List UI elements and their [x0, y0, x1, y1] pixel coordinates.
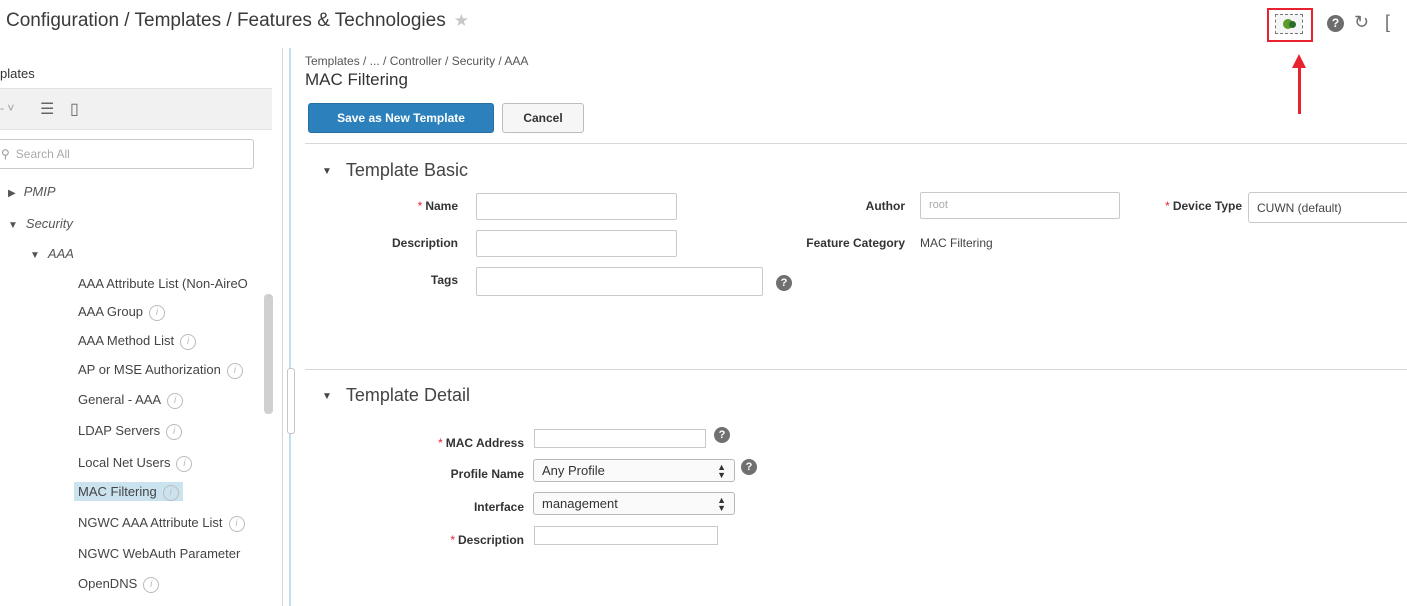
cancel-button[interactable]: Cancel	[502, 103, 584, 133]
tree-item-mac-filtering[interactable]: MAC Filtering i	[74, 482, 183, 501]
template-basic-header[interactable]: ▼ Template Basic	[322, 160, 468, 181]
tree-item-opendns[interactable]: OpenDNS i	[78, 576, 160, 593]
help-icon[interactable]: ?	[1327, 15, 1344, 32]
device-type-value: CUWN (default)	[1257, 201, 1342, 215]
device-type-select[interactable]: CUWN (default)	[1248, 192, 1407, 223]
list-view-icon[interactable]: ☰	[40, 99, 54, 119]
search-icon: ⚲	[1, 147, 10, 161]
template-title: MAC Filtering	[305, 70, 408, 89]
feature-category-value: MAC Filtering	[920, 236, 993, 250]
tree-item-aaa-attribute-list[interactable]: AAA Attribute List (Non-AireO	[78, 276, 248, 291]
profile-name-help-icon[interactable]: ?	[741, 459, 757, 475]
bracket-icon[interactable]: [	[1385, 12, 1390, 33]
sidebar-toolbar: - ˅ ☰ ▯	[0, 88, 272, 130]
info-icon[interactable]: i	[149, 304, 166, 321]
template-detail-header[interactable]: ▼ Template Detail	[322, 385, 470, 406]
template-tree: ▶ PMIP ▼ Security ▼ AAA AAA Attribute List …	[0, 178, 262, 606]
author-value: root	[929, 199, 948, 211]
feature-category-label: Feature Category	[806, 236, 905, 250]
panel-splitter	[289, 48, 291, 606]
templates-sidebar: plates - ˅ ☰ ▯ ⚲ Search All ▶ PMIP ▼ Securi…	[0, 48, 283, 606]
search-placeholder: Search All	[15, 147, 70, 161]
search-input[interactable]: ⚲ Search All	[0, 139, 254, 169]
tree-item-ldap-servers[interactable]: LDAP Servers i	[78, 423, 183, 440]
profile-name-value: Any Profile	[542, 463, 605, 478]
detail-description-field[interactable]	[534, 526, 718, 545]
breadcrumb: Templates / ... / Controller / Security …	[305, 54, 529, 68]
profile-name-select[interactable]: Any Profile ▲ ▼	[533, 459, 735, 482]
tree-item-local-net-users[interactable]: Local Net Users i	[78, 455, 193, 472]
tree-item-aaa-method-list[interactable]: AAA Method List i	[78, 333, 197, 350]
share-icon[interactable]	[1275, 14, 1303, 34]
tags-label: Tags	[430, 273, 458, 287]
save-as-new-template-button[interactable]: Save as New Template	[308, 103, 494, 133]
tree-item-aaa[interactable]: ▼ AAA	[30, 246, 74, 261]
tree-item-general-aaa[interactable]: General - AAA i	[78, 392, 184, 409]
star-icon[interactable]: ★	[454, 11, 469, 30]
refresh-icon[interactable]: ↻	[1354, 12, 1369, 33]
clipboard-icon[interactable]: ▯	[70, 99, 79, 119]
author-field: root	[920, 192, 1120, 219]
interface-label: Interface	[473, 500, 524, 514]
info-icon[interactable]: i	[143, 576, 160, 593]
tree-scrollbar[interactable]	[264, 294, 273, 414]
collapse-icon[interactable]: ▼	[322, 391, 332, 402]
description-field[interactable]	[476, 230, 677, 257]
name-label: * Name	[417, 199, 458, 213]
tags-field[interactable]	[476, 267, 763, 296]
updown-arrow-icon: ▲ ▼	[717, 462, 726, 480]
info-icon[interactable]: i	[162, 484, 179, 501]
author-label: Author	[865, 199, 905, 213]
device-type-label: * Device Type	[1165, 199, 1242, 213]
mac-address-field[interactable]	[534, 429, 706, 448]
splitter-handle[interactable]	[287, 368, 295, 434]
interface-select[interactable]: management ▲ ▼	[533, 492, 735, 515]
info-icon[interactable]: i	[180, 333, 197, 350]
sidebar-title: plates	[0, 66, 35, 81]
tree-item-ngwc-aaa-attribute-list[interactable]: NGWC AAA Attribute List i	[78, 515, 245, 532]
tree-item-ngwc-webauth-parameter[interactable]: NGWC WebAuth Parameter	[78, 546, 240, 561]
red-arrow-shaft	[1298, 66, 1301, 114]
page-title: Configuration / Templates / Features & T…	[6, 10, 469, 32]
info-icon[interactable]: i	[167, 392, 184, 409]
tree-item-security[interactable]: ▼ Security	[8, 216, 73, 231]
tree-item-pmip[interactable]: ▶ PMIP	[8, 184, 56, 199]
profile-name-label: Profile Name	[450, 467, 524, 481]
detail-description-label: * Description	[450, 533, 524, 547]
info-icon[interactable]: i	[228, 515, 245, 532]
updown-arrow-icon: ▲ ▼	[717, 495, 726, 513]
caret-down-icon[interactable]: - ˅	[0, 101, 14, 115]
mac-address-help-icon[interactable]: ?	[714, 427, 730, 443]
collapse-icon[interactable]: ▼	[322, 166, 332, 177]
tags-help-icon[interactable]: ?	[776, 275, 792, 291]
info-icon[interactable]: i	[176, 455, 193, 472]
name-field[interactable]	[476, 193, 677, 220]
tree-item-aaa-group[interactable]: AAA Group i	[78, 304, 166, 321]
section-divider	[305, 369, 1407, 370]
tree-item-ap-mse-authorization[interactable]: AP or MSE Authorization i	[78, 362, 243, 379]
description-label: Description	[391, 236, 458, 250]
info-icon[interactable]: i	[166, 423, 183, 440]
mac-address-label: * MAC Address	[438, 436, 524, 450]
section-divider	[305, 143, 1407, 144]
page-title-text: Configuration / Templates / Features & T…	[6, 10, 446, 31]
info-icon[interactable]: i	[226, 362, 243, 379]
interface-value: management	[542, 496, 618, 511]
